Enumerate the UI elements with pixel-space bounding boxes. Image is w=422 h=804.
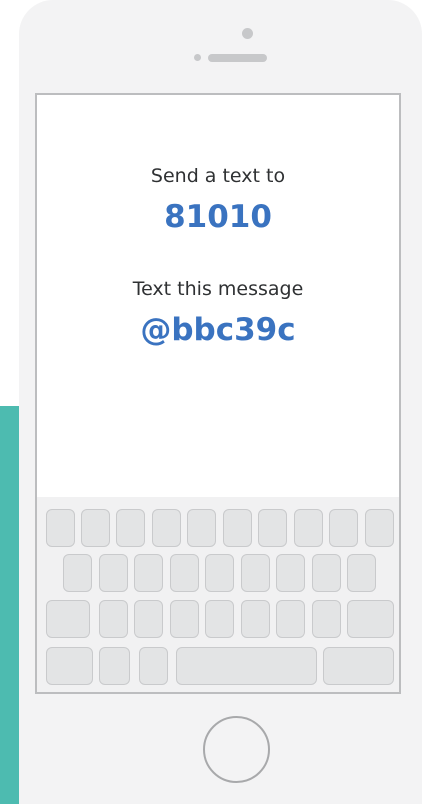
speaker-icon <box>208 54 267 62</box>
keyboard-key <box>329 509 358 547</box>
keyboard-key <box>205 554 234 592</box>
keyboard-key <box>365 509 394 547</box>
keyboard-key <box>241 600 270 638</box>
page: Send a text to 81010 Text this message @… <box>0 0 422 804</box>
keyboard-key <box>134 554 163 592</box>
send-label: Send a text to <box>150 165 286 187</box>
instructions-panel: Send a text to 81010 Text this message @… <box>37 95 399 497</box>
camera-icon <box>242 28 253 39</box>
sensor-icon <box>194 54 201 61</box>
keyboard-key <box>241 554 270 592</box>
keyboard-key <box>223 509 252 547</box>
return-key <box>323 647 394 685</box>
message-label: Text this message <box>132 278 304 300</box>
keyboard-key <box>63 554 92 592</box>
keyboard-key <box>258 509 287 547</box>
backspace-key <box>347 600 394 638</box>
keyboard-key <box>99 600 128 638</box>
keyboard-key <box>187 509 216 547</box>
keyboard-key <box>46 509 75 547</box>
keyboard-illustration <box>37 497 399 692</box>
keyboard-key <box>312 600 341 638</box>
keyboard-key <box>152 509 181 547</box>
home-button-icon <box>203 716 270 783</box>
keyboard-key <box>312 554 341 592</box>
keyboard-key <box>205 600 234 638</box>
numbers-key <box>46 647 93 685</box>
keyboard-key <box>81 509 110 547</box>
phone-screen: Send a text to 81010 Text this message @… <box>35 93 401 694</box>
phone-number: 81010 <box>164 199 272 235</box>
keyboard-key <box>170 600 199 638</box>
keyboard-key <box>294 509 323 547</box>
keyboard-key <box>134 600 163 638</box>
keyboard-key <box>170 554 199 592</box>
globe-key <box>99 647 130 685</box>
teal-accent-strip <box>0 406 19 804</box>
keyboard-key <box>347 554 376 592</box>
keyboard-key <box>99 554 128 592</box>
space-key <box>176 647 317 685</box>
keyboard-key <box>276 600 305 638</box>
shift-key <box>46 600 90 638</box>
keyboard-key <box>116 509 145 547</box>
keyboard-key <box>276 554 305 592</box>
mic-key <box>139 647 168 685</box>
message-code: @bbc39c <box>140 312 296 348</box>
